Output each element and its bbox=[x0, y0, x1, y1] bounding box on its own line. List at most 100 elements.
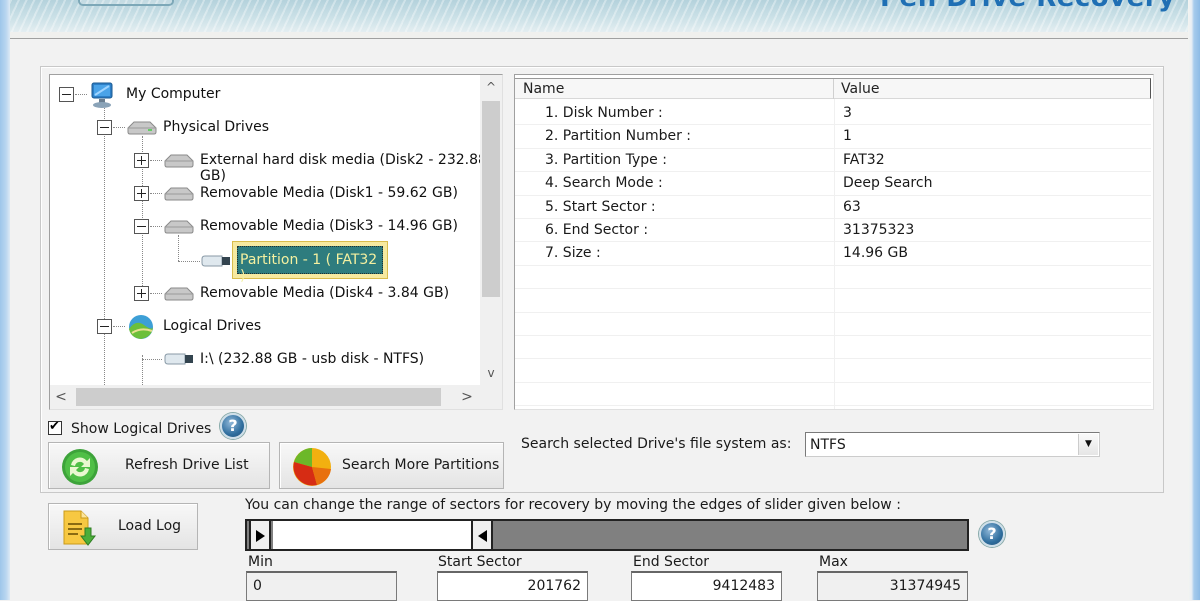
tree-line bbox=[150, 293, 162, 294]
filesystem-select[interactable]: NTFS ▼ bbox=[805, 432, 1100, 457]
selected-item-label: Partition - 1 ( FAT32 ) bbox=[237, 246, 383, 284]
collapse-toggle-disk3[interactable] bbox=[134, 219, 149, 234]
table-row[interactable] bbox=[515, 336, 1151, 360]
tree-item-my-computer[interactable]: My Computer bbox=[126, 86, 220, 102]
refresh-button-label: Refresh Drive List bbox=[125, 457, 249, 473]
app-window: Pen Drive Recovery My Computer Physical … bbox=[0, 0, 1200, 601]
tree-item-disk4[interactable]: Removable Media (Disk4 - 3.84 GB) bbox=[200, 285, 449, 301]
property-value: 14.96 GB bbox=[843, 245, 908, 262]
show-logical-drives-label[interactable]: Show Logical Drives bbox=[71, 421, 211, 437]
tree-item-disk2[interactable]: External hard disk media (Disk2 - 232.88… bbox=[200, 152, 502, 184]
scroll-left-arrow-icon[interactable]: < bbox=[50, 385, 72, 409]
sector-range-instruction: You can change the range of sectors for … bbox=[245, 497, 901, 513]
chevron-down-icon[interactable]: ▼ bbox=[1078, 434, 1098, 455]
property-value: Deep Search bbox=[843, 175, 933, 192]
property-name: 2. Partition Number : bbox=[545, 128, 692, 145]
end-sector-label: End Sector bbox=[633, 554, 710, 570]
collapse-toggle-my-computer[interactable] bbox=[59, 87, 74, 102]
filesystem-selected-value: NTFS bbox=[810, 437, 846, 453]
tree-vertical-scrollbar[interactable]: ^ v bbox=[480, 75, 502, 385]
sector-range-slider[interactable] bbox=[245, 519, 969, 551]
property-name: 6. End Sector : bbox=[545, 222, 649, 238]
expand-toggle-disk1[interactable] bbox=[134, 186, 149, 201]
tree-item-disk1[interactable]: Removable Media (Disk1 - 59.62 GB) bbox=[200, 185, 458, 201]
property-name: 1. Disk Number : bbox=[545, 105, 663, 121]
table-row[interactable] bbox=[515, 359, 1151, 383]
tree-line bbox=[75, 94, 87, 95]
table-row[interactable]: 7. Size : 14.96 GB bbox=[515, 242, 1151, 266]
collapse-toggle-logical-drives[interactable] bbox=[97, 319, 112, 334]
tree-line bbox=[150, 226, 162, 227]
collapse-toggle-physical-drives[interactable] bbox=[97, 120, 112, 135]
property-name: 4. Search Mode : bbox=[545, 175, 663, 192]
expand-toggle-disk2[interactable] bbox=[134, 153, 149, 168]
banner-divider bbox=[10, 32, 1188, 39]
max-label: Max bbox=[819, 554, 848, 570]
column-header-value[interactable]: Value bbox=[841, 81, 879, 97]
tree-line bbox=[104, 103, 105, 393]
logo-frame bbox=[78, 0, 174, 6]
start-handle[interactable] bbox=[249, 521, 271, 549]
tree-horizontal-scrollbar[interactable]: < > bbox=[50, 385, 502, 409]
scroll-right-arrow-icon[interactable]: > bbox=[456, 385, 478, 409]
tree-item-partition-1[interactable]: Partition - 1 ( FAT32 ) bbox=[232, 241, 388, 284]
table-row[interactable]: 4. Search Mode : Deep Search bbox=[515, 172, 1151, 196]
load-log-icon bbox=[61, 508, 97, 552]
table-row[interactable]: 2. Partition Number : 1 bbox=[515, 125, 1151, 149]
expand-toggle-disk4[interactable] bbox=[134, 286, 149, 301]
property-value: 31375323 bbox=[843, 222, 915, 238]
scroll-up-arrow-icon[interactable]: ^ bbox=[480, 77, 502, 97]
table-row[interactable]: 5. Start Sector : 63 bbox=[515, 196, 1151, 219]
load-log-button-label: Load Log bbox=[118, 518, 182, 534]
show-logical-drives-checkbox[interactable] bbox=[48, 419, 62, 435]
max-sector-field: 31374945 bbox=[817, 571, 968, 601]
hard-drive-icon bbox=[163, 152, 195, 174]
property-name: 3. Partition Type : bbox=[545, 151, 667, 168]
drive-tree[interactable]: My Computer Physical Drives External har… bbox=[49, 74, 503, 410]
window-border-left bbox=[0, 0, 10, 600]
tree-item-drive-i[interactable]: I:\ (232.88 GB - usb disk - NTFS) bbox=[200, 351, 424, 367]
table-row[interactable] bbox=[515, 266, 1151, 290]
table-row[interactable]: 3. Partition Type : FAT32 bbox=[515, 149, 1151, 173]
property-value: 3 bbox=[843, 105, 852, 121]
start-sector-input[interactable]: 201762 bbox=[437, 571, 588, 601]
tree-item-logical-drives[interactable]: Logical Drives bbox=[163, 318, 261, 334]
scroll-corner bbox=[480, 385, 502, 409]
hard-drive-icon bbox=[163, 185, 195, 207]
refresh-drive-list-button[interactable]: Refresh Drive List bbox=[48, 442, 270, 489]
table-row[interactable]: 6. End Sector : 31375323 bbox=[515, 219, 1151, 243]
load-log-button[interactable]: Load Log bbox=[48, 503, 198, 550]
table-row[interactable] bbox=[515, 383, 1151, 407]
help-icon[interactable]: ? bbox=[220, 413, 246, 439]
app-title: Pen Drive Recovery bbox=[880, 0, 1175, 13]
tree-line bbox=[178, 261, 200, 262]
refresh-icon bbox=[61, 448, 99, 490]
property-value: 63 bbox=[843, 198, 861, 215]
hard-drive-icon bbox=[163, 285, 195, 307]
property-value: 1 bbox=[843, 128, 852, 145]
scroll-down-arrow-icon[interactable]: v bbox=[480, 363, 502, 383]
computer-icon bbox=[89, 81, 117, 113]
column-header-name[interactable]: Name bbox=[523, 81, 564, 97]
selected-range bbox=[273, 521, 473, 549]
property-value: FAT32 bbox=[843, 151, 885, 168]
search-partitions-button-label: Search More Partitions bbox=[342, 457, 500, 473]
hard-drive-icon bbox=[163, 218, 195, 240]
table-row[interactable] bbox=[515, 289, 1151, 313]
column-separator[interactable] bbox=[833, 79, 834, 99]
end-handle[interactable] bbox=[471, 521, 493, 549]
horizontal-scroll-thumb[interactable] bbox=[76, 388, 441, 406]
tree-line bbox=[142, 359, 162, 360]
filesystem-label: Search selected Drive's file system as: bbox=[521, 436, 792, 452]
tree-item-physical-drives[interactable]: Physical Drives bbox=[163, 119, 269, 135]
table-row[interactable] bbox=[515, 313, 1151, 336]
end-sector-input[interactable]: 9412483 bbox=[631, 571, 782, 601]
hard-drive-icon bbox=[126, 119, 158, 141]
tree-item-disk3[interactable]: Removable Media (Disk3 - 14.96 GB) bbox=[200, 218, 458, 234]
usb-drive-icon bbox=[200, 253, 232, 273]
help-icon[interactable]: ? bbox=[979, 521, 1005, 547]
search-more-partitions-button[interactable]: Search More Partitions bbox=[279, 442, 504, 489]
table-row[interactable]: 1. Disk Number : 3 bbox=[515, 102, 1151, 126]
vertical-scroll-thumb[interactable] bbox=[482, 101, 500, 297]
min-label: Min bbox=[248, 554, 273, 570]
